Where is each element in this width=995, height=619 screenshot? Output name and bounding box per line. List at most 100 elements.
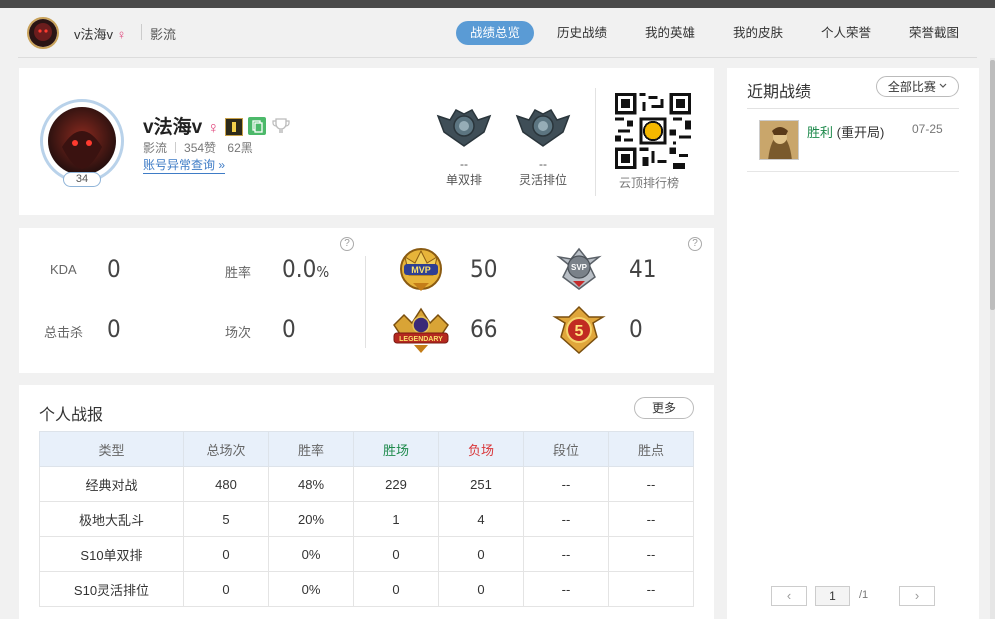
tab-history[interactable]: 历史战绩 <box>548 21 616 45</box>
cell-tier: -- <box>523 501 609 537</box>
profile-meta: 影流 354赞 62黑 <box>143 139 253 156</box>
tab-honor-screenshots[interactable]: 荣誉截图 <box>900 21 968 45</box>
top-server: 影流 <box>150 27 177 42</box>
profile-dislikes: 62黑 <box>227 141 253 155</box>
unranked-emblem-icon <box>436 109 492 147</box>
qr-code-icon[interactable] <box>615 93 691 169</box>
more-button[interactable]: 更多 <box>634 397 694 419</box>
flex-rank[interactable]: -- 灵活排位 <box>508 106 578 188</box>
cell-wins: 0 <box>353 571 439 607</box>
cell-lp: -- <box>608 466 694 502</box>
top-bar: v法海v ♀ 影流 战绩总览 历史战绩 我的英雄 我的皮肤 个人荣誉 荣誉截图 <box>0 8 995 58</box>
tab-my-heroes[interactable]: 我的英雄 <box>636 21 704 45</box>
report-card: 个人战报 更多 类型 总场次 胜率 胜场 负场 段位 胜点 经典对战 480 4… <box>19 385 714 619</box>
profile-name-text: v法海v <box>143 117 203 138</box>
cell-wins: 1 <box>353 501 439 537</box>
top-divider <box>18 57 977 58</box>
cell-total: 480 <box>183 466 269 502</box>
tab-honors[interactable]: 个人荣誉 <box>812 21 880 45</box>
cell-wins: 229 <box>353 466 439 502</box>
col-wins: 胜场 <box>353 431 439 467</box>
honor-level-icon <box>224 118 243 136</box>
cell-lp: -- <box>608 501 694 537</box>
meta-separator <box>175 142 177 153</box>
trophy-icon[interactable] <box>271 117 291 135</box>
double-chevron-right-icon: » <box>218 158 226 172</box>
top-player-name: v法海v ♀ <box>74 24 126 43</box>
legendary-badge-text: LEGENDARY <box>399 336 443 343</box>
table-header-row: 类型 总场次 胜率 胜场 负场 段位 胜点 <box>39 431 694 467</box>
help-icon[interactable]: ? <box>688 237 702 251</box>
top-player-name-text: v法海v <box>74 27 114 42</box>
col-tier: 段位 <box>523 431 609 467</box>
winrate-label: 胜率 <box>225 265 252 280</box>
svp-badge-icon: SVP <box>553 243 605 295</box>
solo-rank-value: -- <box>460 157 468 171</box>
col-type: 类型 <box>39 431 184 467</box>
cell-total: 0 <box>183 571 269 607</box>
col-total: 总场次 <box>183 431 269 467</box>
col-lp: 胜点 <box>608 431 694 467</box>
cell-winrate: 20% <box>268 501 354 537</box>
svp-badge-text: SVP <box>571 263 588 272</box>
match-filter-label: 全部比赛 <box>887 80 936 94</box>
next-page-button[interactable]: › <box>899 586 935 606</box>
penta-kill-count: 0 <box>629 315 643 343</box>
games-value: 0 <box>282 315 296 343</box>
cell-losses: 251 <box>438 466 524 502</box>
copy-icon[interactable] <box>247 117 266 135</box>
winrate-unit: % <box>316 263 330 281</box>
winrate-number: 0.0 <box>282 255 317 283</box>
champion-portrait <box>759 120 799 160</box>
match-mode: (重开局) <box>836 125 885 140</box>
account-anomaly-link[interactable]: 账号异常查询 » <box>143 156 226 174</box>
table-row[interactable]: S10单双排 0 0% 0 0 -- -- <box>39 536 694 572</box>
cell-type: S10灵活排位 <box>39 571 184 607</box>
match-item[interactable]: 胜利 (重开局) 07-25 <box>747 112 959 172</box>
match-result-win: 胜利 <box>807 125 834 140</box>
scrollbar-thumb[interactable] <box>990 60 995 310</box>
winrate-value: 0.0% <box>282 255 329 283</box>
cell-wins: 0 <box>353 536 439 572</box>
help-icon[interactable]: ? <box>340 237 354 251</box>
match-filter-dropdown[interactable]: 全部比赛 <box>876 76 959 97</box>
solo-rank-label: 单双排 <box>445 173 482 187</box>
top-avatar[interactable] <box>27 17 59 49</box>
mvp-count: 50 <box>470 255 498 283</box>
solo-rank[interactable]: -- 单双排 <box>429 106 499 188</box>
profile-card: 34 v法海v ♀ 影流 354赞 62黑 账号异常查询 » -- 单双排 -- … <box>19 68 714 215</box>
account-anomaly-link-text: 账号异常查询 <box>143 158 216 172</box>
report-table: 类型 总场次 胜率 胜场 负场 段位 胜点 经典对战 480 48% 229 2… <box>39 431 694 607</box>
page-number-input[interactable]: 1 <box>815 586 850 606</box>
cell-tier: -- <box>523 571 609 607</box>
recent-divider <box>747 108 959 109</box>
stats-separator <box>365 256 366 348</box>
mvp-badge-icon: MVP <box>395 243 447 295</box>
profile-avatar-frame <box>40 99 124 183</box>
avatar[interactable] <box>48 107 116 175</box>
prev-page-button[interactable]: ‹ <box>771 586 807 606</box>
penta-kill-badge-icon: 5 <box>551 303 607 357</box>
table-row[interactable]: S10灵活排位 0 0% 0 0 -- -- <box>39 571 694 607</box>
tab-my-skins[interactable]: 我的皮肤 <box>724 21 792 45</box>
top-separator <box>141 24 142 40</box>
match-date: 07-25 <box>912 122 943 136</box>
tab-overview[interactable]: 战绩总览 <box>456 21 534 45</box>
svp-count: 41 <box>629 255 657 283</box>
recent-title: 近期战绩 <box>747 84 812 101</box>
mvp-badge-text: MVP <box>411 265 431 275</box>
cell-lp: -- <box>608 536 694 572</box>
cell-total: 5 <box>183 501 269 537</box>
flex-rank-value: -- <box>539 157 547 171</box>
cell-winrate: 0% <box>268 571 354 607</box>
cell-winrate: 0% <box>268 536 354 572</box>
female-icon: ♀ <box>116 27 127 42</box>
table-row[interactable]: 极地大乱斗 5 20% 1 4 -- -- <box>39 501 694 537</box>
table-row[interactable]: 经典对战 480 48% 229 251 -- -- <box>39 466 694 502</box>
kills-value: 0 <box>107 315 121 343</box>
kda-value: 0 <box>107 255 121 283</box>
cell-tier: -- <box>523 536 609 572</box>
legendary-count: 66 <box>470 315 498 343</box>
cell-losses: 4 <box>438 501 524 537</box>
kills-label: 总击杀 <box>44 325 84 340</box>
